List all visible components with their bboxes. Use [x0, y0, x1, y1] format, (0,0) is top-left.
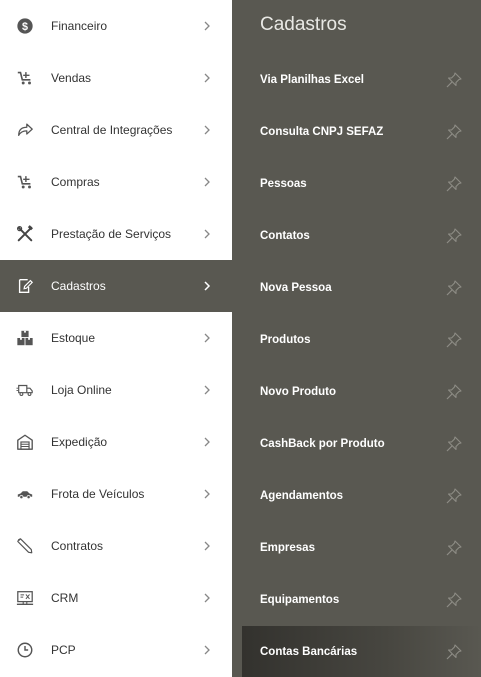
pin-icon[interactable]: [445, 487, 463, 505]
submenu-item-agendamentos[interactable]: Agendamentos: [232, 470, 481, 522]
chevron-right-icon: [204, 385, 210, 395]
pin-icon[interactable]: [445, 279, 463, 297]
submenu-item-consulta-cnpj-sefaz[interactable]: Consulta CNPJ SEFAZ: [232, 106, 481, 158]
submenu-item-produtos[interactable]: Produtos: [232, 314, 481, 366]
crm-icon: [15, 588, 35, 608]
chevron-right-icon: [204, 229, 210, 239]
chevron-right-icon: [204, 541, 210, 551]
menu-item-label: Contratos: [51, 539, 104, 553]
submenu-item-via-planilhas-excel[interactable]: Via Planilhas Excel: [232, 54, 481, 106]
menu-item-label: Vendas: [51, 71, 92, 85]
menu-item-label: Financeiro: [51, 19, 108, 33]
menu-item-central-integracoes[interactable]: Central de Integrações: [0, 104, 232, 156]
pen-icon: [15, 536, 35, 556]
edit-icon: [15, 276, 35, 296]
svg-text:$: $: [22, 21, 28, 33]
menu-item-frota-veiculos[interactable]: Frota de Veículos: [0, 468, 232, 520]
submenu-item-novo-produto[interactable]: Novo Produto: [232, 366, 481, 418]
boxes-icon: [15, 328, 35, 348]
pin-icon[interactable]: [445, 591, 463, 609]
menu-item-financeiro[interactable]: $ Financeiro: [0, 0, 232, 52]
chevron-right-icon: [204, 489, 210, 499]
menu-item-label: Estoque: [51, 331, 96, 345]
submenu-item-label: Pessoas: [260, 178, 307, 190]
menu-item-prestacao-servicos[interactable]: Prestação de Serviços: [0, 208, 232, 260]
submenu-item-equipamentos[interactable]: Equipamentos: [232, 574, 481, 626]
chevron-right-icon: [204, 645, 210, 655]
main-menu: $ Financeiro Vendas Central de Integraçõ…: [0, 0, 232, 677]
menu-item-label: Expedição: [51, 435, 108, 449]
submenu-item-label: Agendamentos: [260, 490, 344, 502]
menu-item-estoque[interactable]: Estoque: [0, 312, 232, 364]
submenu-item-label: CashBack por Produto: [260, 438, 385, 450]
chevron-right-icon: [204, 281, 211, 291]
menu-item-compras[interactable]: Compras: [0, 156, 232, 208]
chevron-right-icon: [204, 73, 210, 83]
pin-icon[interactable]: [445, 123, 463, 141]
menu-item-label: Frota de Veículos: [51, 487, 145, 501]
menu-item-vendas[interactable]: Vendas: [0, 52, 232, 104]
pin-icon[interactable]: [445, 539, 463, 557]
menu-item-label: Central de Integrações: [51, 123, 173, 137]
submenu-item-contas-bancarias[interactable]: Contas Bancárias: [242, 626, 481, 677]
menu-item-label: Cadastros: [51, 279, 106, 293]
cart-icon: [15, 172, 35, 192]
menu-item-label: CRM: [51, 591, 79, 605]
submenu-item-label: Via Planilhas Excel: [260, 74, 364, 86]
car-icon: [15, 484, 35, 504]
submenu-item-label: Equipamentos: [260, 594, 340, 606]
tools-icon: [15, 224, 35, 244]
menu-item-pcp[interactable]: PCP: [0, 624, 232, 676]
chevron-right-icon: [204, 125, 210, 135]
submenu-item-label: Empresas: [260, 542, 315, 554]
menu-item-label: PCP: [51, 643, 76, 657]
cart-icon: [15, 68, 35, 88]
submenu-item-contatos[interactable]: Contatos: [232, 210, 481, 262]
chevron-right-icon: [204, 21, 210, 31]
chevron-right-icon: [204, 333, 210, 343]
pin-icon[interactable]: [445, 435, 463, 453]
submenu-item-label: Novo Produto: [260, 386, 337, 398]
submenu-item-label: Contas Bancárias: [260, 646, 358, 658]
menu-item-contratos[interactable]: Contratos: [0, 520, 232, 572]
submenu-item-pessoas[interactable]: Pessoas: [232, 158, 481, 210]
menu-item-label: Prestação de Serviços: [51, 227, 172, 241]
chevron-right-icon: [204, 437, 210, 447]
chevron-right-icon: [204, 177, 210, 187]
pin-icon[interactable]: [445, 71, 463, 89]
pin-icon[interactable]: [445, 331, 463, 349]
submenu-item-empresas[interactable]: Empresas: [232, 522, 481, 574]
pin-icon[interactable]: [445, 227, 463, 245]
menu-item-crm[interactable]: CRM: [0, 572, 232, 624]
pin-icon[interactable]: [445, 383, 463, 401]
menu-item-cadastros[interactable]: Cadastros: [0, 260, 232, 312]
dollar-icon: $: [15, 16, 35, 36]
menu-item-expedicao[interactable]: Expedição: [0, 416, 232, 468]
pin-icon[interactable]: [445, 175, 463, 193]
submenu-title: Cadastros: [260, 14, 347, 35]
submenu-item-label: Produtos: [260, 334, 311, 346]
menu-item-label: Compras: [51, 175, 100, 189]
submenu-item-label: Nova Pessoa: [260, 282, 332, 294]
pin-icon[interactable]: [445, 643, 463, 661]
share-icon: [15, 120, 35, 140]
submenu-item-cashback-por-produto[interactable]: CashBack por Produto: [232, 418, 481, 470]
chevron-right-icon: [204, 593, 210, 603]
submenu-item-nova-pessoa[interactable]: Nova Pessoa: [232, 262, 481, 314]
menu-item-loja-online[interactable]: Loja Online: [0, 364, 232, 416]
submenu-item-label: Contatos: [260, 230, 310, 242]
clock-icon: [15, 640, 35, 660]
menu-item-label: Loja Online: [51, 383, 112, 397]
warehouse-icon: [15, 432, 35, 452]
submenu-item-label: Consulta CNPJ SEFAZ: [260, 126, 384, 138]
truck-icon: [15, 380, 35, 400]
submenu-panel: Cadastros Via Planilhas Excel Consulta C…: [232, 0, 481, 677]
